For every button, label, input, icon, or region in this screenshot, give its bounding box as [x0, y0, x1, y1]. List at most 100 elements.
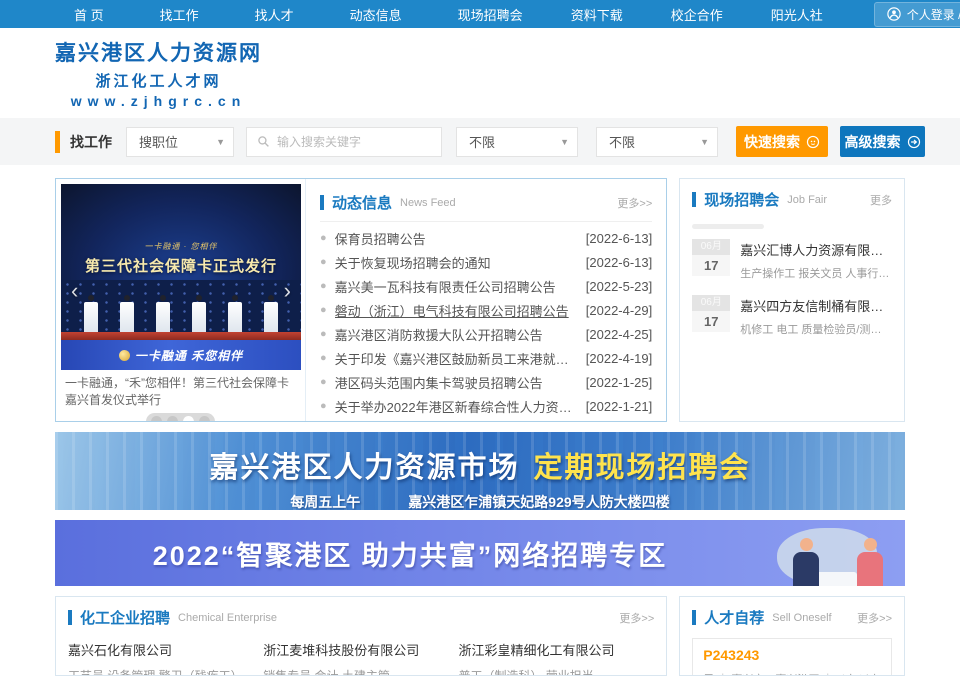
news-item-title: 保育员招聘公告	[335, 229, 586, 248]
news-item-date: [2022-4-29]	[586, 303, 653, 318]
bullet-icon: ●	[320, 256, 327, 268]
main-row: 一卡融通 · 您相伴 第三代社会保障卡正式发行 一卡融通	[55, 178, 905, 422]
news-item[interactable]: ●关于举办2022年港区新春综合性人力资源暨春风...[2022-1-21]	[320, 394, 652, 418]
podium-figure	[83, 295, 99, 332]
news-item-title: 嘉兴美一瓦科技有限责任公司招聘公告	[335, 277, 586, 296]
slide-stage-tagline: 一卡融通 · 您相伴	[144, 241, 217, 252]
nav-item-find-talent[interactable]: 找人才	[246, 5, 303, 24]
news-item-date: [2022-5-23]	[586, 279, 653, 294]
chemical-company-name[interactable]: 浙江麦堆科技股份有限公司	[263, 640, 444, 659]
carousel-prev-arrow[interactable]: ‹	[71, 280, 78, 302]
news-item-title: 关于恢复现场招聘会的通知	[335, 253, 586, 272]
nav-item-school-cooperation[interactable]: 校企合作	[662, 5, 732, 24]
blue-accent-bar	[320, 195, 324, 210]
slide-stage-people	[61, 280, 301, 332]
filter-2-value: 不限	[609, 132, 635, 151]
talent-header: 人才自荐 Sell Oneself 更多>>	[680, 597, 904, 636]
person-illustration	[793, 538, 819, 586]
talent-title: 人才自荐	[704, 607, 764, 628]
coin-icon	[119, 350, 130, 361]
job-fair-company[interactable]: 嘉兴四方友信制桶有限公司	[740, 296, 892, 315]
search-category-select[interactable]: 搜职位 ▼	[126, 127, 234, 157]
slide-stage-title: 第三代社会保障卡正式发行	[85, 255, 277, 276]
nav-item-downloads[interactable]: 资料下载	[562, 5, 632, 24]
chemical-company-name[interactable]: 浙江彩皇精细化工有限公司	[458, 640, 639, 659]
slide-bottom-banner: 一卡融通 禾您相伴	[61, 340, 301, 370]
job-fair-more-link[interactable]: 更多	[870, 192, 892, 208]
news-carousel: 一卡融通 · 您相伴 第三代社会保障卡正式发行 一卡融通	[56, 179, 306, 421]
job-fair-positions: 机修工 电工 质量检验员/测试员 叉车...	[740, 321, 892, 337]
news-item[interactable]: ●关于印发《嘉兴港区鼓励新员工来港就业补助操作...[2022-4-19]	[320, 346, 652, 370]
banner1-title-yellow: 定期现场招聘会	[534, 452, 751, 484]
carousel-dot[interactable]	[199, 416, 210, 422]
personal-login-label: 个人登录 / 个人注册	[907, 6, 960, 23]
podium-figure	[191, 295, 207, 332]
news-item[interactable]: ●嘉兴港区消防救援大队公开招聘公告[2022-4-25]	[320, 322, 652, 346]
talent-subtitle: Sell Oneself	[772, 612, 831, 624]
talent-info: 男 ｜ 嘉兴市→嘉兴港区 ｜ 八年以上	[703, 671, 881, 676]
carousel-dot-active[interactable]	[183, 416, 194, 422]
news-item[interactable]: ● 关于恢复现场招聘会的通知[2022-6-13]	[320, 250, 652, 274]
chemical-company-positions: 销售专员 会计 土建主管	[263, 667, 444, 676]
bullet-icon: ●	[320, 304, 327, 316]
news-feed-section: 动态信息 News Feed 更多>> ●保育员招聘公告[2022-6-13] …	[306, 179, 666, 421]
quick-search-button[interactable]: 快速搜索	[736, 126, 828, 157]
news-item[interactable]: ●港区码头范围内集卡驾驶员招聘公告[2022-1-25]	[320, 370, 652, 394]
section-divider	[692, 224, 764, 229]
date-badge: 06月 17	[692, 295, 730, 337]
news-item-title: 嘉兴港区消防救援大队公开招聘公告	[335, 325, 586, 344]
chemical-more-link[interactable]: 更多>>	[619, 610, 654, 626]
keyword-search-input[interactable]	[277, 135, 431, 149]
chemical-subtitle: Chemical Enterprise	[178, 612, 277, 624]
filter-select-2[interactable]: 不限 ▼	[596, 127, 718, 157]
online-recruitment-banner[interactable]: 2022“智聚港区 助力共富”网络招聘专区	[55, 520, 905, 586]
advanced-search-button[interactable]: 高级搜索	[840, 126, 925, 157]
news-item-date: [2022-1-21]	[586, 399, 653, 414]
carousel-slide-image[interactable]: 一卡融通 · 您相伴 第三代社会保障卡正式发行 一卡融通	[61, 184, 301, 370]
carousel-dot[interactable]	[151, 416, 162, 422]
news-list: ●保育员招聘公告[2022-6-13] ● 关于恢复现场招聘会的通知[2022-6…	[320, 226, 652, 418]
site-header: 嘉兴港区人力资源网 浙江化工人才网 www.zjhgrc.cn	[0, 28, 960, 118]
nav-item-job-fair[interactable]: 现场招聘会	[449, 5, 532, 24]
talent-id[interactable]: P243243	[703, 647, 881, 663]
news-item-title: 磐动（浙江）电气科技有限公司招聘公告	[335, 301, 586, 320]
chemical-company: 嘉兴石化有限公司 工艺员 设备管理 警卫（残疾工）	[68, 640, 263, 676]
logo-url: www.zjhgrc.cn	[55, 93, 262, 109]
talent-card[interactable]: P243243 男 ｜ 嘉兴市→嘉兴港区 ｜ 八年以上	[692, 638, 892, 676]
news-item-date: [2022-1-25]	[586, 375, 653, 390]
nav-item-find-job[interactable]: 找工作	[151, 5, 208, 24]
nav-item-sunshine-hr[interactable]: 阳光人社	[762, 5, 832, 24]
filter-select-1[interactable]: 不限 ▼	[456, 127, 578, 157]
news-item-hovered[interactable]: ● 磐动（浙江）电气科技有限公司招聘公告[2022-4-29]	[320, 298, 652, 322]
nav-item-news[interactable]: 动态信息	[341, 5, 411, 24]
talent-more-link[interactable]: 更多>>	[857, 610, 892, 626]
bullet-icon: ●	[320, 280, 327, 292]
job-fair-company[interactable]: 嘉兴汇博人力资源有限公司	[740, 240, 892, 259]
job-fair-title: 现场招聘会	[704, 189, 779, 210]
news-item[interactable]: ●保育员招聘公告[2022-6-13]	[320, 226, 652, 250]
carousel-caption[interactable]: 一卡融通，“禾”您相伴！第三代社会保障卡嘉兴首发仪式举行	[61, 370, 300, 410]
job-fair-entry-info: 嘉兴四方友信制桶有限公司 机修工 电工 质量检验员/测试员 叉车...	[740, 295, 892, 337]
job-fair-entry[interactable]: 06月 17 嘉兴汇博人力资源有限公司 生产操作工 报关文员 人事行政助理...	[680, 239, 904, 281]
date-badge: 06月 17	[692, 239, 730, 281]
job-fair-subtitle: Job Fair	[787, 194, 827, 206]
podium-figure	[227, 295, 243, 332]
carousel-next-arrow[interactable]: ›	[284, 280, 291, 302]
carousel-dot[interactable]	[167, 416, 178, 422]
job-fair-header: 现场招聘会 Job Fair 更多	[680, 179, 904, 218]
news-item-date: [2022-6-13]	[586, 255, 653, 270]
job-fair-banner[interactable]: 嘉兴港区人力资源市场定期现场招聘会 每周五上午嘉兴港区乍浦镇天妃路929号人防大…	[55, 432, 905, 510]
job-fair-entry[interactable]: 06月 17 嘉兴四方友信制桶有限公司 机修工 电工 质量检验员/测试员 叉车.…	[680, 295, 904, 337]
date-badge-month: 06月	[692, 295, 730, 311]
site-logo[interactable]: 嘉兴港区人力资源网 浙江化工人才网 www.zjhgrc.cn	[55, 37, 262, 109]
chemical-company: 浙江麦堆科技股份有限公司 销售专员 会计 土建主管	[263, 640, 458, 676]
chemical-company-name[interactable]: 嘉兴石化有限公司	[68, 640, 249, 659]
nav-item-home[interactable]: 首 页	[65, 5, 113, 24]
personal-login-button[interactable]: 个人登录 / 个人注册	[874, 2, 960, 27]
chevron-down-icon: ▼	[550, 137, 569, 147]
bottom-row: 化工企业招聘 Chemical Enterprise 更多>> 嘉兴石化有限公司…	[55, 596, 905, 676]
person-circle-icon	[887, 7, 901, 21]
blue-accent-bar	[692, 192, 696, 207]
news-item[interactable]: ● 嘉兴美一瓦科技有限责任公司招聘公告[2022-5-23]	[320, 274, 652, 298]
news-feed-more-link[interactable]: 更多>>	[617, 195, 652, 211]
